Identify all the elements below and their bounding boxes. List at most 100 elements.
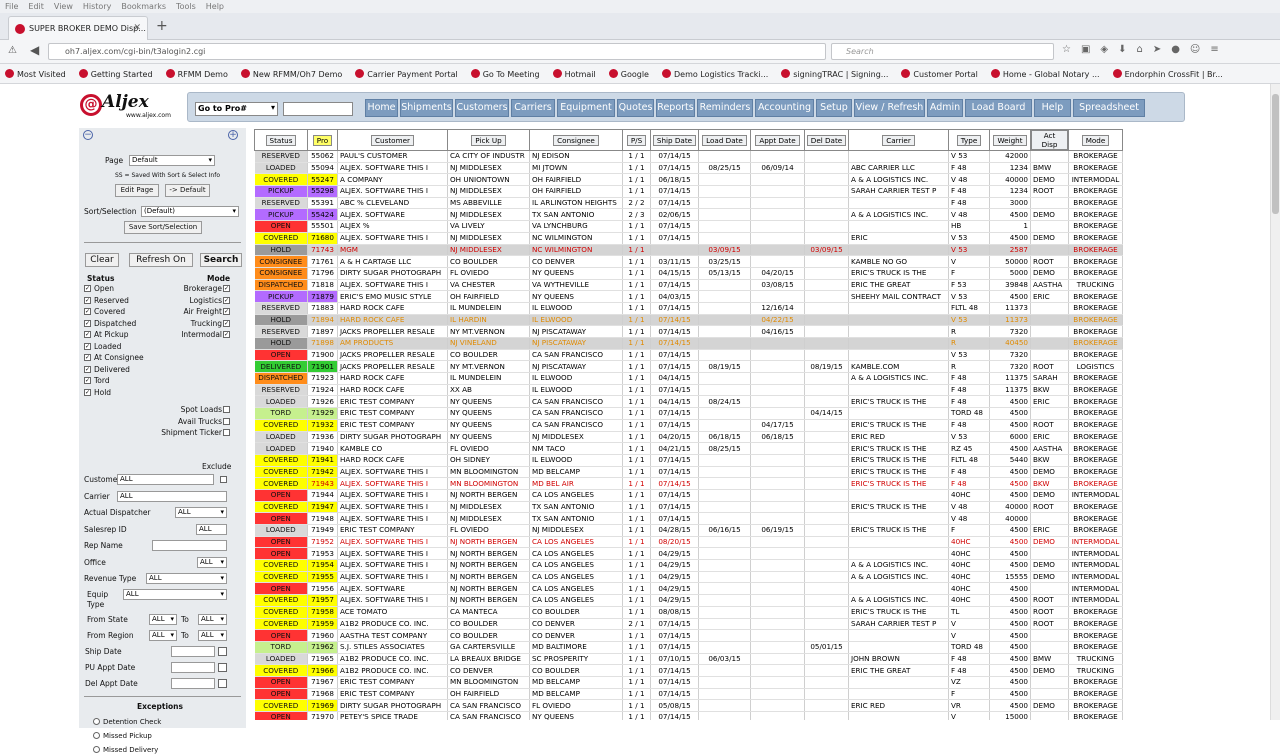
table-row[interactable]: RESERVED 71883 HARD ROCK CAFE IL MUNDELEIN I… bbox=[254, 302, 1123, 315]
extra-checkbox-spot-loads[interactable] bbox=[223, 406, 230, 413]
status-checkbox-dispatched[interactable]: ✓ bbox=[84, 319, 91, 327]
table-row[interactable]: TORD 71962 S.J. STILES ASSOCIATES GA CARTER… bbox=[254, 641, 1123, 654]
repname-input[interactable] bbox=[152, 540, 227, 551]
extra-checkbox-avail-trucks[interactable] bbox=[223, 417, 230, 425]
table-row[interactable]: COVERED 71959 A1B2 PRODUCE CO. INC. CO BOUL… bbox=[254, 618, 1123, 631]
nav-accounting[interactable]: Accounting bbox=[755, 99, 814, 117]
status-checkbox-loaded[interactable]: ✓ bbox=[84, 342, 91, 350]
scrollbar-thumb[interactable] bbox=[1272, 94, 1279, 214]
table-row[interactable]: LOADED 71949 ERIC TEST COMPANY FL OVIEDO NJ … bbox=[254, 524, 1123, 537]
bookmark-item[interactable]: New RFMM/Oh7 Demo bbox=[236, 64, 342, 79]
nav-load-board[interactable]: Load Board bbox=[965, 99, 1032, 117]
table-row[interactable]: OPEN 71967 ERIC TEST COMPANY MN BLOOMINGTON… bbox=[254, 676, 1123, 689]
mode-checkbox-trucking[interactable]: ✓ bbox=[223, 319, 230, 327]
table-row[interactable]: LOADED 71936 DIRTY SUGAR PHOTOGRAPH NY QUEE… bbox=[254, 431, 1123, 444]
bookmark-item[interactable]: RFMM Demo bbox=[161, 64, 228, 79]
status-checkbox-covered[interactable]: ✓ bbox=[84, 308, 91, 315]
clear-button[interactable]: Clear bbox=[85, 253, 119, 267]
extra-checkbox-shipment-ticker[interactable] bbox=[223, 429, 230, 436]
mode-checkbox-air-freight[interactable]: ✓ bbox=[223, 308, 230, 315]
default-button[interactable]: -> Default bbox=[165, 184, 210, 197]
table-row[interactable]: COVERED 71941 HARD ROCK CAFE OH SIDNEY IL EL… bbox=[254, 454, 1123, 467]
table-row[interactable]: TORD 71929 ERIC TEST COMPANY NY QUEENS CA SA… bbox=[254, 407, 1123, 420]
nav-reports[interactable]: Reports bbox=[656, 99, 695, 117]
goto-select[interactable]: Go to Pro# bbox=[195, 102, 278, 116]
shipdate-input[interactable] bbox=[171, 646, 215, 657]
table-row[interactable]: OPEN 71960 AASTHA TEST COMPANY CO BOULDER CO… bbox=[254, 629, 1123, 642]
table-row[interactable]: COVERED 71957 ALJEX. SOFTWARE THIS I NJ NOR… bbox=[254, 594, 1123, 607]
exception-radio[interactable] bbox=[93, 746, 100, 753]
table-row[interactable]: COVERED 71947 ALJEX. SOFTWARE THIS I NJ MID… bbox=[254, 501, 1123, 514]
bookmark-item[interactable]: Go To Meeting bbox=[466, 64, 540, 79]
nav-quotes[interactable]: Quotes bbox=[617, 99, 654, 117]
column-header-p-s[interactable]: P/S bbox=[622, 129, 651, 151]
status-checkbox-at-consignee[interactable]: ✓ bbox=[84, 354, 91, 361]
office-select[interactable]: ALL bbox=[197, 557, 227, 568]
table-row[interactable]: COVERED 55247 A COMPANY OH UNIONTOWN OH FAIR… bbox=[254, 173, 1123, 187]
menu-view[interactable]: View bbox=[49, 0, 78, 11]
tostate-select[interactable]: ALL bbox=[198, 614, 227, 625]
toregion-select[interactable]: ALL bbox=[198, 630, 227, 641]
salesrep-input[interactable]: ALL bbox=[196, 524, 227, 535]
nav-spreadsheet[interactable]: Spreadsheet bbox=[1073, 99, 1145, 117]
table-row[interactable]: COVERED 71966 A1B2 PRODUCE CO. INC. CO DENV… bbox=[254, 664, 1123, 677]
bookmark-item[interactable]: Endorphin CrossFit | Br... bbox=[1108, 64, 1223, 79]
table-row[interactable]: COVERED 71680 ALJEX. SOFTWARE THIS I NJ MID… bbox=[254, 232, 1123, 245]
column-header-pro[interactable]: Pro bbox=[307, 129, 338, 151]
status-checkbox-hold[interactable]: ✓ bbox=[84, 388, 91, 396]
delappt-input[interactable] bbox=[171, 678, 215, 689]
calendar-icon[interactable] bbox=[218, 679, 227, 688]
fromstate-select[interactable]: ALL bbox=[149, 614, 177, 625]
table-row[interactable]: CONSIGNEE 71796 DIRTY SUGAR PHOTOGRAPH FL O… bbox=[254, 267, 1123, 280]
column-header-mode[interactable]: Mode bbox=[1068, 129, 1123, 151]
search-input[interactable]: Search bbox=[831, 43, 1054, 60]
new-tab-icon[interactable]: + bbox=[156, 18, 168, 34]
table-row[interactable]: OPEN 71956 ALJEX. SOFTWARE NJ NORTH BERGEN C… bbox=[254, 582, 1123, 596]
carrier-input[interactable]: ALL bbox=[117, 491, 227, 502]
table-row[interactable]: HOLD 71894 HARD ROCK CAFE IL HARDIN IL ELWOO… bbox=[254, 314, 1123, 327]
nav-help[interactable]: Help bbox=[1034, 99, 1071, 117]
table-row[interactable]: DISPATCHED 71923 HARD ROCK CAFE IL MUNDELEI… bbox=[254, 372, 1123, 385]
status-checkbox-at-pickup[interactable]: ✓ bbox=[84, 331, 91, 338]
mode-checkbox-intermodal[interactable]: ✓ bbox=[223, 331, 230, 338]
table-row[interactable]: RESERVED 55062 PAUL'S CUSTOMER CA CITY OF I… bbox=[254, 150, 1123, 163]
table-row[interactable]: COVERED 71955 ALJEX. SOFTWARE THIS I NJ NOR… bbox=[254, 571, 1123, 584]
exclude-customer-checkbox[interactable] bbox=[220, 476, 227, 483]
menu-file[interactable]: File bbox=[0, 0, 23, 11]
table-row[interactable]: OPEN 71900 JACKS PROPELLER RESALE CO BOULDE… bbox=[254, 349, 1123, 362]
table-row[interactable]: OPEN 71948 ALJEX. SOFTWARE THIS I NJ MIDDLE… bbox=[254, 512, 1123, 525]
table-row[interactable]: COVERED 71942 ALJEX. SOFTWARE THIS I MN BLO… bbox=[254, 466, 1123, 479]
table-row[interactable]: OPEN 71968 ERIC TEST COMPANY OH FAIRFIELD MD… bbox=[254, 688, 1123, 701]
table-row[interactable]: RESERVED 55391 ABC % CLEVELAND MS ABBEVILLE… bbox=[254, 197, 1123, 210]
nav-home[interactable]: Home bbox=[365, 99, 398, 117]
table-row[interactable]: LOADED 71965 A1B2 PRODUCE CO. INC. LA BREAU… bbox=[254, 653, 1123, 666]
column-header-pick-up[interactable]: Pick Up bbox=[447, 129, 530, 151]
table-row[interactable]: OPEN 71952 ALJEX. SOFTWARE THIS I NJ NORTH … bbox=[254, 536, 1123, 549]
exception-radio[interactable] bbox=[93, 732, 100, 739]
column-header-appt-date[interactable]: Appt Date bbox=[750, 129, 805, 151]
nav-customers[interactable]: Customers bbox=[455, 99, 509, 117]
save-sort-button[interactable]: Save Sort/Selection bbox=[124, 221, 202, 234]
column-header-type[interactable]: Type bbox=[948, 129, 990, 151]
sort-select[interactable]: (Default) bbox=[141, 206, 239, 217]
column-header-carrier[interactable]: Carrier bbox=[848, 129, 949, 151]
table-row[interactable]: LOADED 55094 ALJEX. SOFTWARE THIS I NJ MIDD… bbox=[254, 162, 1123, 175]
table-row[interactable]: HOLD 71743 MGM NJ MIDDLESEX NC WILMINGTON 1 /… bbox=[254, 244, 1123, 257]
bookmark-item[interactable]: Getting Started bbox=[74, 64, 153, 79]
table-row[interactable]: COVERED 71932 ERIC TEST COMPANY NY QUEENS CA… bbox=[254, 419, 1123, 432]
table-row[interactable]: RESERVED 71897 JACKS PROPELLER RESALE NY MT… bbox=[254, 325, 1123, 338]
nav-shipments[interactable]: Shipments bbox=[400, 99, 453, 117]
bookmark-item[interactable]: Demo Logistics Tracki... bbox=[657, 64, 768, 79]
menu-bookmarks[interactable]: Bookmarks bbox=[116, 0, 171, 11]
identity-icon[interactable]: ⚠ bbox=[8, 45, 17, 56]
collapse-icon[interactable]: − bbox=[83, 130, 93, 140]
revenue-select[interactable]: ALL bbox=[146, 573, 227, 584]
table-row[interactable]: COVERED 71943 ALJEX. SOFTWARE THIS I MN BLO… bbox=[254, 477, 1123, 490]
column-header-load-date[interactable]: Load Date bbox=[698, 129, 751, 151]
puappt-input[interactable] bbox=[171, 662, 215, 673]
mode-checkbox-logistics[interactable]: ✓ bbox=[223, 296, 230, 304]
customer-input[interactable]: ALL bbox=[117, 474, 214, 485]
edit-page-button[interactable]: Edit Page bbox=[115, 184, 159, 197]
table-row[interactable]: COVERED 71969 DIRTY SUGAR PHOTOGRAPH CA SAN… bbox=[254, 699, 1123, 712]
fromregion-select[interactable]: ALL bbox=[149, 630, 177, 641]
